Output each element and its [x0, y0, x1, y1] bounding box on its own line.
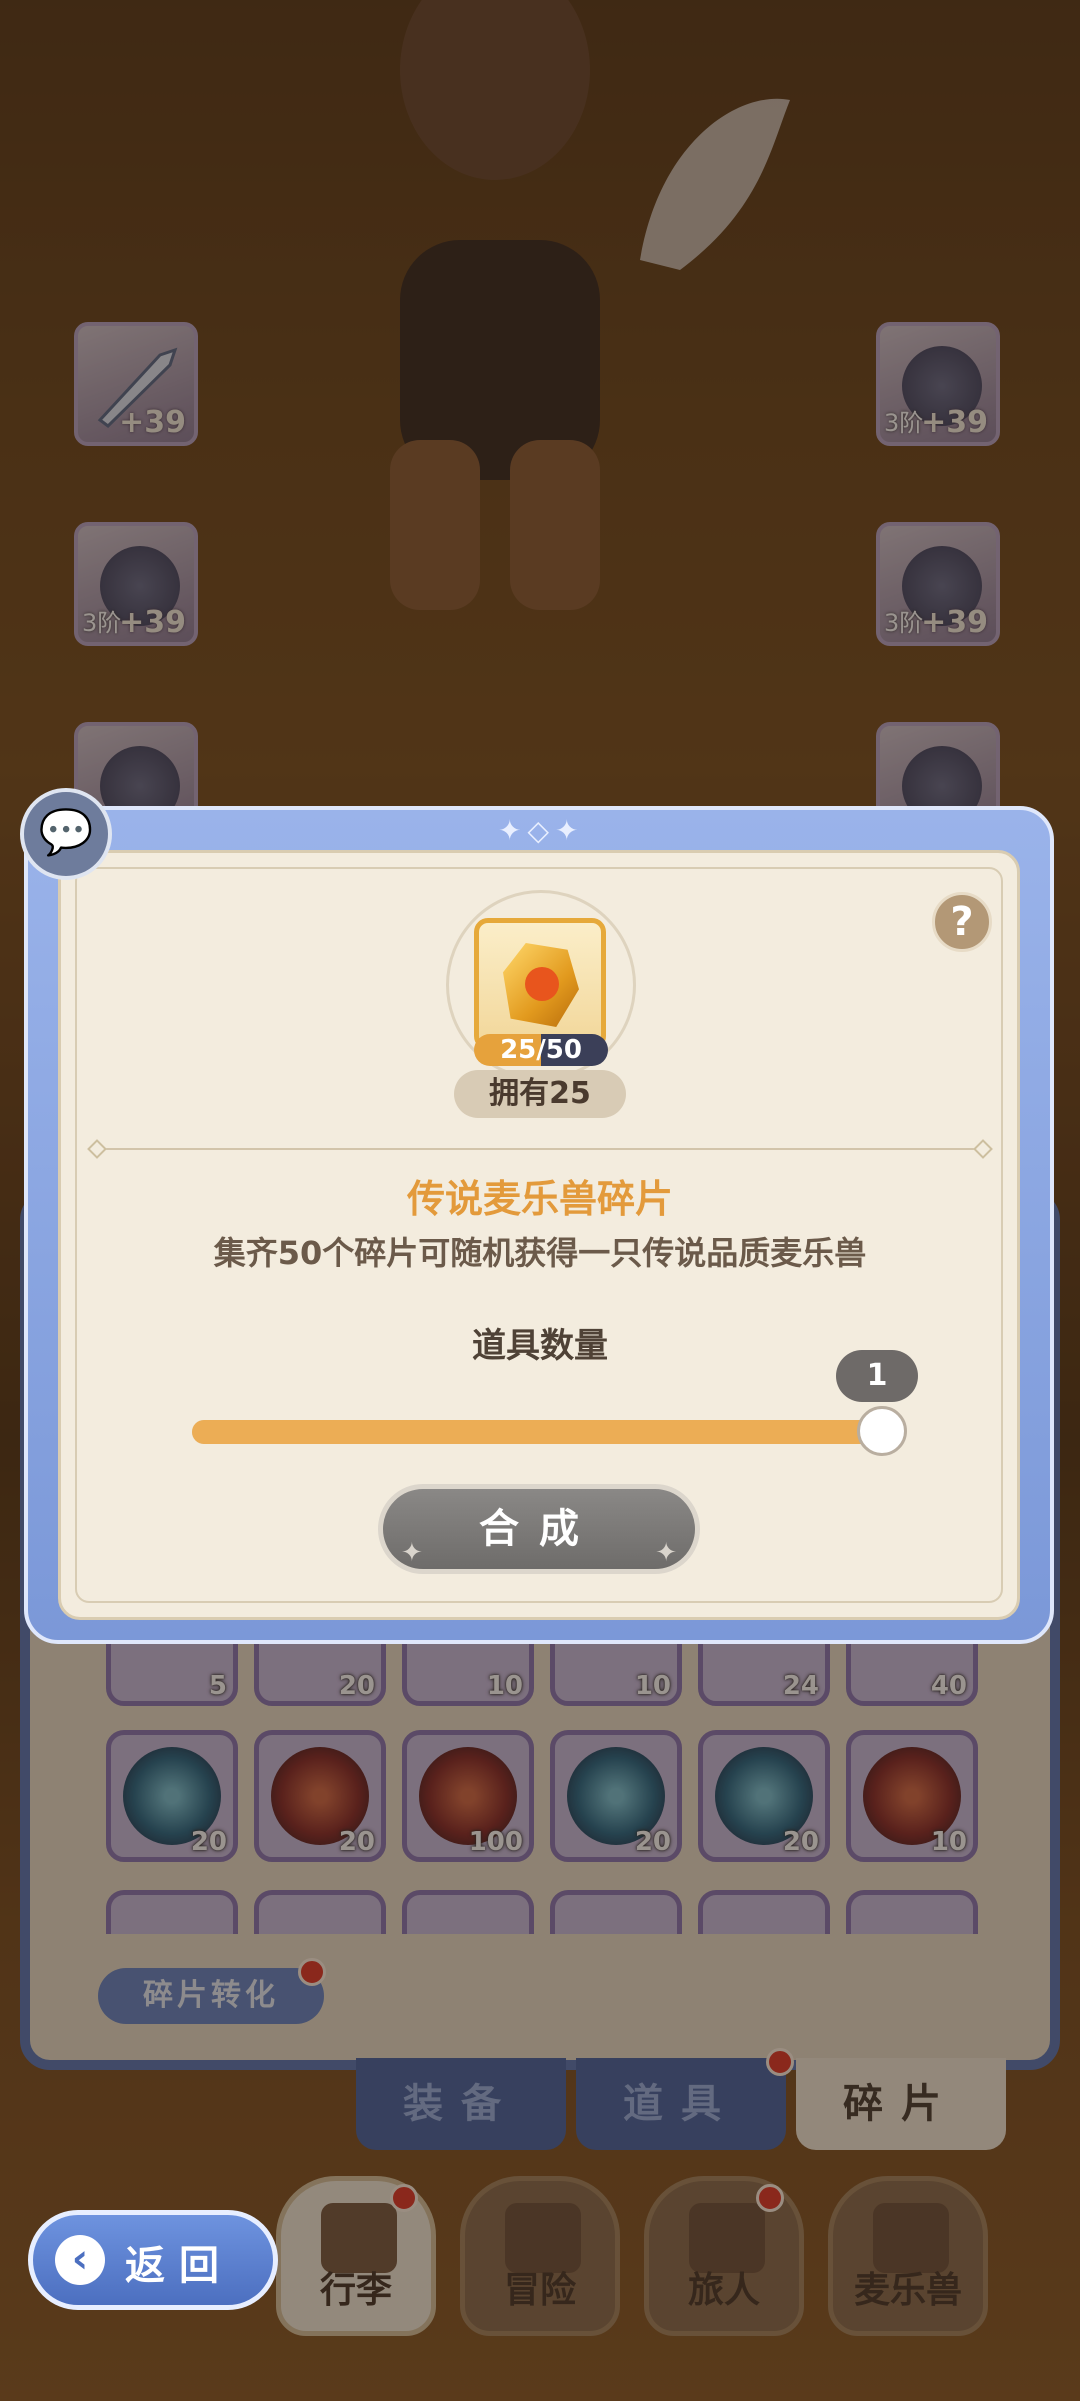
back-label: 返回 [125, 2243, 233, 2289]
legendary-pet-fragment-icon [474, 918, 606, 1050]
divider [98, 1148, 982, 1150]
craft-button[interactable]: ✦ 合成 ✦ [378, 1484, 700, 1574]
slider-knob[interactable] [857, 1406, 907, 1456]
sparkle-icon: ✦ [401, 1538, 423, 1568]
craft-label: 合成 [479, 1506, 599, 1552]
item-name: 传说麦乐兽碎片 [406, 1177, 673, 1221]
quantity-value-bubble: 1 [836, 1350, 918, 1402]
back-arrow-icon: ‹ [55, 2235, 105, 2285]
slider-fill [192, 1420, 882, 1444]
fragment-progress: 25/50 [474, 1034, 608, 1066]
paw-icon [525, 967, 559, 1001]
quantity-slider[interactable] [192, 1406, 907, 1456]
chat-icon[interactable]: 💬 [20, 788, 112, 880]
quantity-label: 道具数量 [472, 1326, 608, 1366]
back-button[interactable]: ‹ 返回 [28, 2210, 278, 2310]
help-button[interactable]: ? [932, 892, 992, 952]
sparkle-icon: ✦ [655, 1538, 677, 1568]
item-description: 集齐50个碎片可随机获得一只传说品质麦乐兽 [213, 1234, 867, 1272]
gem-icon [503, 943, 579, 1027]
ornament-icon: ✦◇✦ [498, 814, 585, 847]
owned-count: 拥有25 [454, 1070, 626, 1118]
